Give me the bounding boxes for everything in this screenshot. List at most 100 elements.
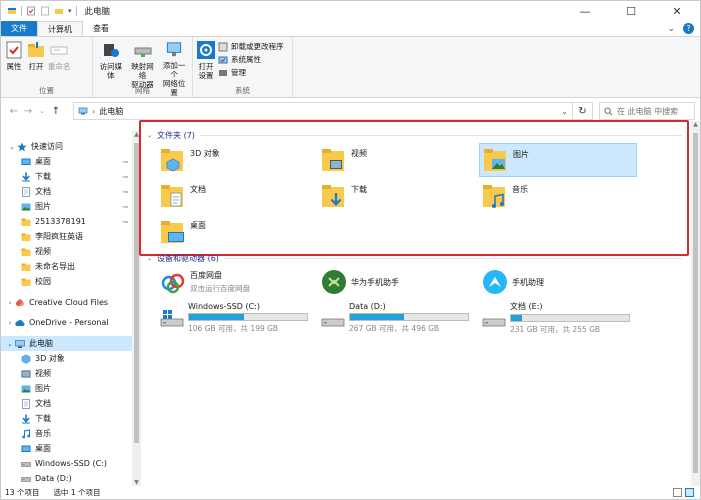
nav-item[interactable]: 下载: [1, 411, 132, 426]
nav-item[interactable]: 音乐: [1, 426, 132, 441]
drive-item[interactable]: 文档 (E:) 231 GB 可用，共 255 GB: [479, 301, 639, 335]
folder-item[interactable]: 音乐: [479, 179, 637, 213]
nav-item[interactable]: 桌面 ⊸: [1, 154, 132, 169]
app-item[interactable]: 百度网盘 双击运行百度网盘: [157, 267, 315, 297]
devices-group-header[interactable]: ⌄ 设备和驱动器 (6): [147, 253, 682, 264]
refresh-button[interactable]: ↻: [573, 102, 593, 120]
nav-item[interactable]: 图片: [1, 381, 132, 396]
drive-text: 文档 (E:) 231 GB 可用，共 255 GB: [510, 301, 630, 335]
manage-icon: [219, 69, 227, 76]
nav-item[interactable]: 李阳疯狂英语: [1, 229, 132, 244]
breadcrumb-this-pc[interactable]: 此电脑: [99, 106, 123, 117]
breadcrumb-separator: ›: [92, 106, 96, 116]
expand-toggle-icon[interactable]: ⌄: [7, 143, 17, 151]
address-bar[interactable]: › 此电脑 ⌄: [73, 102, 573, 120]
folder-item[interactable]: 3D 对象: [157, 143, 315, 177]
nav-item-label: 校园: [35, 277, 51, 286]
folders-group-header[interactable]: ⌄ 文件夹 (7): [147, 130, 682, 141]
expand-toggle-icon[interactable]: ›: [5, 299, 15, 307]
nav-item[interactable]: ⌄ 快速访问: [1, 139, 132, 154]
minimize-button[interactable]: —: [562, 1, 608, 21]
folder-qat-icon[interactable]: [54, 6, 64, 16]
uninstall-label: 卸载或更改程序: [231, 42, 284, 51]
uninstall-button[interactable]: 卸载或更改程序: [218, 41, 284, 52]
nav-item[interactable]: 2513378191 ⊸: [1, 214, 132, 229]
back-arrow-icon[interactable]: ←: [7, 106, 21, 117]
nav-item-label: Windows-SSD (C:): [35, 459, 107, 468]
drive-free-space: 231 GB 可用，共 255 GB: [510, 325, 601, 334]
up-arrow-icon[interactable]: ↑: [49, 106, 63, 117]
tab-file[interactable]: 文件: [1, 21, 37, 36]
collapse-chevron-icon[interactable]: ⌄: [147, 132, 152, 139]
drive-usage-fill: [350, 314, 405, 320]
nav-item[interactable]: ⌄ 此电脑: [1, 336, 132, 351]
nav-item[interactable]: › Creative Cloud Files: [1, 295, 132, 310]
nav-item[interactable]: 图片 ⊸: [1, 199, 132, 214]
tab-view[interactable]: 查看: [83, 21, 119, 36]
scroll-down-icon[interactable]: ▼: [132, 479, 141, 486]
collapse-chevron-icon[interactable]: ⌄: [147, 255, 152, 262]
phone-assistant-icon: [483, 270, 507, 294]
nav-item-label: 未命名导出: [35, 262, 75, 271]
nav-item[interactable]: 文档 ⊸: [1, 184, 132, 199]
folder-item[interactable]: 桌面: [157, 215, 315, 249]
folder-item[interactable]: 下载: [318, 179, 476, 213]
folder-item[interactable]: 视频: [318, 143, 476, 177]
nav-item[interactable]: 视频: [1, 366, 132, 381]
nav-item[interactable]: 校园: [1, 274, 132, 289]
creative-cloud-icon: [16, 298, 24, 306]
help-icon[interactable]: ?: [683, 23, 694, 34]
nav-item-label: 此电脑: [29, 339, 53, 348]
properties-qat-icon[interactable]: [26, 6, 36, 16]
close-button[interactable]: ✕: [654, 1, 700, 21]
huawei-hisuite-icon: [322, 270, 346, 294]
app-item[interactable]: 华为手机助手: [318, 267, 476, 297]
explorer-app-icon: [8, 8, 16, 14]
refresh-icon: ↻: [578, 105, 587, 117]
nav-item-label: 桌面: [35, 444, 51, 453]
nav-item[interactable]: Data (D:): [1, 471, 132, 486]
content-scrollbar[interactable]: ▲: [691, 121, 700, 486]
document-icon: [22, 398, 30, 409]
expand-toggle-icon[interactable]: ⌄: [5, 340, 15, 348]
large-icons-view-icon[interactable]: [685, 488, 694, 497]
new-folder-qat-icon[interactable]: [40, 6, 50, 16]
nav-item[interactable]: Windows-SSD (C:): [1, 456, 132, 471]
recent-locations-icon[interactable]: ⌄: [35, 107, 49, 115]
drive-item[interactable]: Windows-SSD (C:) 106 GB 可用，共 199 GB: [157, 302, 317, 333]
system-properties-button[interactable]: 系统属性: [218, 54, 284, 65]
search-box[interactable]: 在 此电脑 中搜索: [599, 102, 695, 120]
nav-item[interactable]: 视频: [1, 244, 132, 259]
folder-icon: [21, 218, 31, 226]
drive-icon: [321, 318, 345, 327]
header-divider: [223, 258, 682, 259]
nav-item[interactable]: › OneDrive - Personal: [1, 315, 132, 330]
app-text: 华为手机助手: [351, 277, 399, 288]
folder-item[interactable]: 文档: [157, 179, 315, 213]
collapse-ribbon-icon[interactable]: ⌄: [667, 24, 675, 34]
details-view-icon[interactable]: [673, 488, 682, 497]
forward-arrow-icon[interactable]: →: [21, 106, 35, 117]
nav-item[interactable]: 文档: [1, 396, 132, 411]
nav-item-label: OneDrive - Personal: [29, 318, 109, 327]
manage-button[interactable]: 管理: [218, 67, 284, 78]
scroll-up-icon[interactable]: ▲: [691, 121, 700, 128]
drive-item[interactable]: Data (D:) 267 GB 可用，共 496 GB: [318, 302, 478, 333]
expand-toggle-icon[interactable]: ›: [5, 319, 15, 327]
tab-computer[interactable]: 计算机: [37, 21, 83, 36]
address-dropdown-icon[interactable]: ⌄: [561, 107, 568, 116]
maximize-button[interactable]: ☐: [608, 1, 654, 21]
app-item[interactable]: 手机助理: [479, 267, 637, 297]
drive-usage-fill: [189, 314, 245, 320]
nav-item[interactable]: 3D 对象: [1, 351, 132, 366]
nav-item[interactable]: 未命名导出: [1, 259, 132, 274]
nav-item[interactable]: 桌面: [1, 441, 132, 456]
nav-item-label: 下载: [35, 414, 51, 423]
qat-dropdown-icon[interactable]: ▾: [68, 7, 72, 15]
drive-label: Data (D:): [349, 302, 386, 311]
nav-item[interactable]: 下载 ⊸: [1, 169, 132, 184]
folders-header-label: 文件夹 (7): [157, 131, 195, 140]
folder-icon: [21, 248, 31, 256]
content-scroll-thumb[interactable]: [693, 133, 698, 473]
folder-item[interactable]: 图片: [479, 143, 637, 177]
